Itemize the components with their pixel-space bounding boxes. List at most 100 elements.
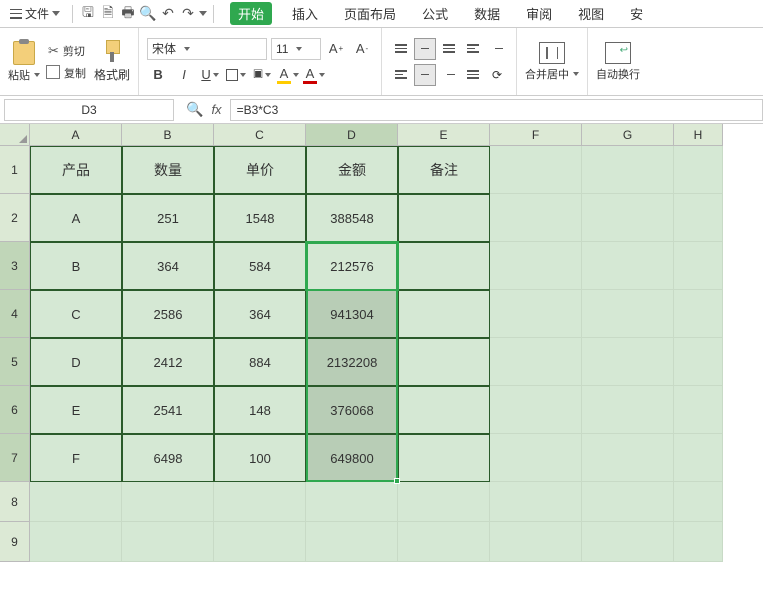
cell-D7[interactable]: 649800 — [306, 434, 398, 482]
cell-C3[interactable]: 584 — [214, 242, 306, 290]
row-header-3[interactable]: 3 — [0, 242, 30, 290]
cell-D4[interactable]: 941304 — [306, 290, 398, 338]
cell-A1[interactable]: 产品 — [30, 146, 122, 194]
cell-D1[interactable]: 金额 — [306, 146, 398, 194]
cell-E6[interactable] — [398, 386, 490, 434]
print-icon[interactable]: 🖶 — [119, 5, 137, 23]
print-preview-icon[interactable]: 🔍 — [139, 5, 157, 23]
col-header-D[interactable]: D — [306, 124, 398, 146]
cell-A4[interactable]: C — [30, 290, 122, 338]
row-header-2[interactable]: 2 — [0, 194, 30, 242]
search-function-icon[interactable]: 🔍 — [186, 101, 203, 118]
cell-H5[interactable] — [674, 338, 723, 386]
cell-H6[interactable] — [674, 386, 723, 434]
cell-F1[interactable] — [490, 146, 582, 194]
decrease-font-button[interactable]: A- — [351, 38, 373, 60]
cell-C7[interactable]: 100 — [214, 434, 306, 482]
cell-D2[interactable]: 388548 — [306, 194, 398, 242]
cell-D9[interactable] — [306, 522, 398, 562]
cell-G9[interactable] — [582, 522, 674, 562]
cell-F5[interactable] — [490, 338, 582, 386]
cell-A8[interactable] — [30, 482, 122, 522]
col-header-E[interactable]: E — [398, 124, 490, 146]
increase-font-button[interactable]: A+ — [325, 38, 347, 60]
cell-C9[interactable] — [214, 522, 306, 562]
cell-F7[interactable] — [490, 434, 582, 482]
row-header-5[interactable]: 5 — [0, 338, 30, 386]
tab-formula[interactable]: 公式 — [416, 2, 454, 25]
save-icon[interactable]: 🖫 — [79, 5, 97, 23]
cell-F3[interactable] — [490, 242, 582, 290]
border-button[interactable] — [225, 64, 247, 86]
font-name-select[interactable]: 宋体 — [147, 38, 267, 60]
fx-icon[interactable]: fx — [211, 102, 221, 117]
file-menu-button[interactable]: 文件 — [4, 2, 66, 26]
cell-E1[interactable]: 备注 — [398, 146, 490, 194]
row-header-8[interactable]: 8 — [0, 482, 30, 522]
bold-button[interactable]: B — [147, 64, 169, 86]
align-center-button[interactable] — [414, 64, 436, 86]
cell-B6[interactable]: 2541 — [122, 386, 214, 434]
copy-button[interactable]: 复制 — [46, 63, 88, 83]
cell-E9[interactable] — [398, 522, 490, 562]
cells-area[interactable]: 产品 数量 单价 金额 备注 A 251 1548 388548 — [30, 146, 723, 562]
col-header-H[interactable]: H — [674, 124, 723, 146]
fill-handle[interactable] — [394, 478, 400, 484]
cell-G2[interactable] — [582, 194, 674, 242]
row-header-7[interactable]: 7 — [0, 434, 30, 482]
cell-C5[interactable]: 884 — [214, 338, 306, 386]
cell-B4[interactable]: 2586 — [122, 290, 214, 338]
cell-H1[interactable] — [674, 146, 723, 194]
tab-layout[interactable]: 页面布局 — [338, 2, 402, 25]
cell-C6[interactable]: 148 — [214, 386, 306, 434]
align-middle-button[interactable] — [414, 38, 436, 60]
underline-button[interactable]: U — [199, 64, 221, 86]
cell-F9[interactable] — [490, 522, 582, 562]
select-all-corner[interactable] — [0, 124, 30, 146]
undo-icon[interactable]: ↶ — [159, 5, 177, 23]
highlight-button[interactable]: A — [277, 64, 299, 86]
cell-H9[interactable] — [674, 522, 723, 562]
tab-review[interactable]: 审阅 — [520, 2, 558, 25]
cell-G3[interactable] — [582, 242, 674, 290]
increase-indent-button[interactable] — [486, 38, 508, 60]
cell-A6[interactable]: E — [30, 386, 122, 434]
cell-G5[interactable] — [582, 338, 674, 386]
cell-H7[interactable] — [674, 434, 723, 482]
row-header-6[interactable]: 6 — [0, 386, 30, 434]
decrease-indent-button[interactable] — [462, 38, 484, 60]
qa-dropdown-icon[interactable] — [199, 11, 207, 16]
save-as-icon[interactable]: 🗎 — [99, 5, 117, 23]
row-header-4[interactable]: 4 — [0, 290, 30, 338]
cell-E3[interactable] — [398, 242, 490, 290]
cell-E8[interactable] — [398, 482, 490, 522]
cell-A2[interactable]: A — [30, 194, 122, 242]
cell-A5[interactable]: D — [30, 338, 122, 386]
cell-E4[interactable] — [398, 290, 490, 338]
cell-A7[interactable]: F — [30, 434, 122, 482]
cell-A3[interactable]: B — [30, 242, 122, 290]
col-header-A[interactable]: A — [30, 124, 122, 146]
cell-F6[interactable] — [490, 386, 582, 434]
cell-F4[interactable] — [490, 290, 582, 338]
paste-button[interactable]: 粘贴 — [8, 41, 40, 83]
format-painter-button[interactable]: 格式刷 — [94, 40, 130, 83]
cell-G1[interactable] — [582, 146, 674, 194]
merge-button[interactable]: 合并居中 — [525, 66, 579, 82]
cell-E7[interactable] — [398, 434, 490, 482]
tab-insert[interactable]: 插入 — [286, 2, 324, 25]
cell-F2[interactable] — [490, 194, 582, 242]
cell-C4[interactable]: 364 — [214, 290, 306, 338]
align-right-button[interactable] — [438, 64, 460, 86]
font-color-button[interactable]: A — [303, 64, 325, 86]
cell-D3[interactable]: 212576 — [306, 242, 398, 290]
cell-B7[interactable]: 6498 — [122, 434, 214, 482]
cell-D5[interactable]: 2132208 — [306, 338, 398, 386]
tab-view[interactable]: 视图 — [572, 2, 610, 25]
cell-C1[interactable]: 单价 — [214, 146, 306, 194]
cell-G4[interactable] — [582, 290, 674, 338]
font-size-select[interactable]: 11 — [271, 38, 321, 60]
cell-F8[interactable] — [490, 482, 582, 522]
cell-H8[interactable] — [674, 482, 723, 522]
cell-B9[interactable] — [122, 522, 214, 562]
